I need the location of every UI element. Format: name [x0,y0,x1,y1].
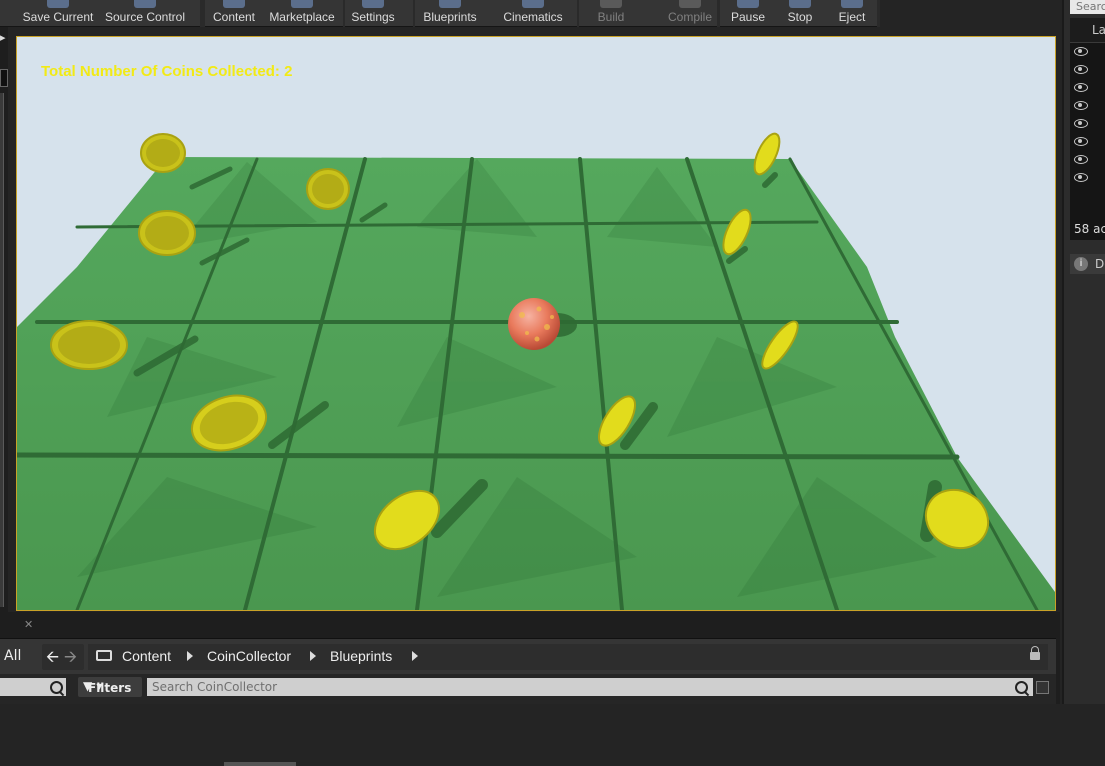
cinematics-button[interactable]: Cinematics [493,0,573,26]
blueprints-button[interactable]: Blueprints [415,0,485,26]
source-control-label: Source Control [104,10,186,24]
save-icon [47,0,69,8]
settings-icon [362,0,384,8]
right-panel: Search Lab 58 ac i De [1062,0,1105,704]
build-icon [600,0,622,8]
details-tab-label: De [1095,257,1105,271]
breadcrumb-arrow-icon[interactable] [187,651,193,661]
back-arrow-icon[interactable]: 🡨 [46,646,59,673]
actor-count: 58 ac [1074,222,1105,236]
compile-label: Compile [667,10,712,24]
search-icon [50,681,63,694]
visibility-eye-icon[interactable] [1074,173,1088,182]
filter-row: ▼ Filters ▾ [0,674,1056,766]
stop-icon [789,0,811,8]
settings-label: Settings [351,10,395,24]
forward-arrow-icon[interactable]: 🡪 [64,646,77,673]
left-panel-strip: ▸ [0,27,8,612]
compile-button[interactable]: Compile [663,0,717,26]
main-toolbar: Save Current Source Control Content Mark… [0,0,880,27]
outliner-search-input[interactable]: Search [1070,0,1105,14]
filters-button[interactable]: ▼ Filters ▾ [78,677,142,697]
visibility-eye-icon[interactable] [1074,65,1088,74]
eject-button[interactable]: Eject [830,0,874,26]
pause-button[interactable]: Pause [724,0,772,26]
compile-icon [679,0,701,8]
eject-label: Eject [838,10,866,24]
breadcrumb-content[interactable]: Content [122,648,171,664]
close-tab-icon[interactable]: ✕ [24,618,33,631]
cinematics-label: Cinematics [503,10,563,24]
breadcrumb-coincollector[interactable]: CoinCollector [207,648,291,664]
toolbar-group-settings: Settings [345,0,413,27]
save-current-label: Save Current [22,10,94,24]
search-icon[interactable] [1015,681,1028,694]
breadcrumb: Content CoinCollector Blueprints [88,644,1048,670]
toolbar-group-save: Save Current Source Control [0,0,200,27]
breadcrumb-arrow-icon[interactable] [310,651,316,661]
lock-icon[interactable] [1030,646,1040,660]
eject-icon [841,0,863,8]
content-button[interactable]: Content [205,0,263,26]
visibility-eye-icon[interactable] [1074,119,1088,128]
all-button[interactable]: All [4,648,21,664]
outliner-label-column[interactable]: Lab [1092,23,1105,37]
blueprints-icon [439,0,461,8]
level-viewport[interactable]: Total Number Of Coins Collected: 2 [16,36,1056,611]
source-control-button[interactable]: Source Control [100,0,190,26]
pause-icon [737,0,759,8]
details-tab[interactable]: i De [1070,254,1105,274]
filters-label: ▼ Filters ▾ [83,679,132,695]
source-control-icon [134,0,156,8]
toolbar-group-blueprints: Blueprints Cinematics [415,0,577,27]
asset-search-field [147,678,1033,696]
save-search-icon[interactable] [1036,681,1049,694]
info-icon: i [1074,257,1088,271]
marketplace-button[interactable]: Marketplace [265,0,339,26]
build-button[interactable]: Build [587,0,635,26]
build-label: Build [597,10,625,24]
world-outliner: Lab 58 ac [1070,18,1105,240]
expand-arrow-icon[interactable]: ▸ [0,31,6,44]
marketplace-icon [291,0,313,8]
visibility-eye-icon[interactable] [1074,47,1088,56]
breadcrumb-arrow-icon[interactable] [412,651,418,661]
collapsed-panel-handle[interactable] [0,69,8,87]
content-label: Content [212,10,256,24]
content-icon [223,0,245,8]
blueprints-label: Blueprints [423,10,477,24]
pause-label: Pause [730,10,766,24]
visibility-eye-icon[interactable] [1074,101,1088,110]
toolbar-group-build: Build Compile [579,0,717,27]
toolbar-group-content: Content Marketplace [205,0,343,27]
content-browser-path-bar: All 🡨 🡪 Content CoinCollector Blueprints [0,638,1056,675]
visibility-eye-icon[interactable] [1074,137,1088,146]
settings-button[interactable]: Settings [345,0,401,26]
cinematics-icon [522,0,544,8]
scrollbar-thumb[interactable] [224,762,296,766]
outliner-header: Lab [1070,18,1105,43]
breadcrumb-blueprints[interactable]: Blueprints [330,648,392,664]
game-scene [17,37,1055,610]
visibility-eye-icon[interactable] [1074,83,1088,92]
collapsed-panel-scrollbar[interactable] [0,93,4,607]
stop-button[interactable]: Stop [778,0,822,26]
coins-collected-hud: Total Number Of Coins Collected: 2 [41,63,293,80]
sources-search-input[interactable] [0,678,66,696]
marketplace-label: Marketplace [269,10,335,24]
history-nav: 🡨 🡪 [42,644,84,670]
asset-search-input[interactable] [147,678,1012,696]
save-current-button[interactable]: Save Current [16,0,100,26]
folder-icon[interactable] [96,650,112,661]
stop-label: Stop [787,10,813,24]
player-ball [508,298,560,350]
toolbar-group-play: Pause Stop Eject [720,0,877,27]
visibility-eye-icon[interactable] [1074,155,1088,164]
content-browser: ✕ All 🡨 🡪 Content CoinCollector Blueprin… [0,612,1060,766]
